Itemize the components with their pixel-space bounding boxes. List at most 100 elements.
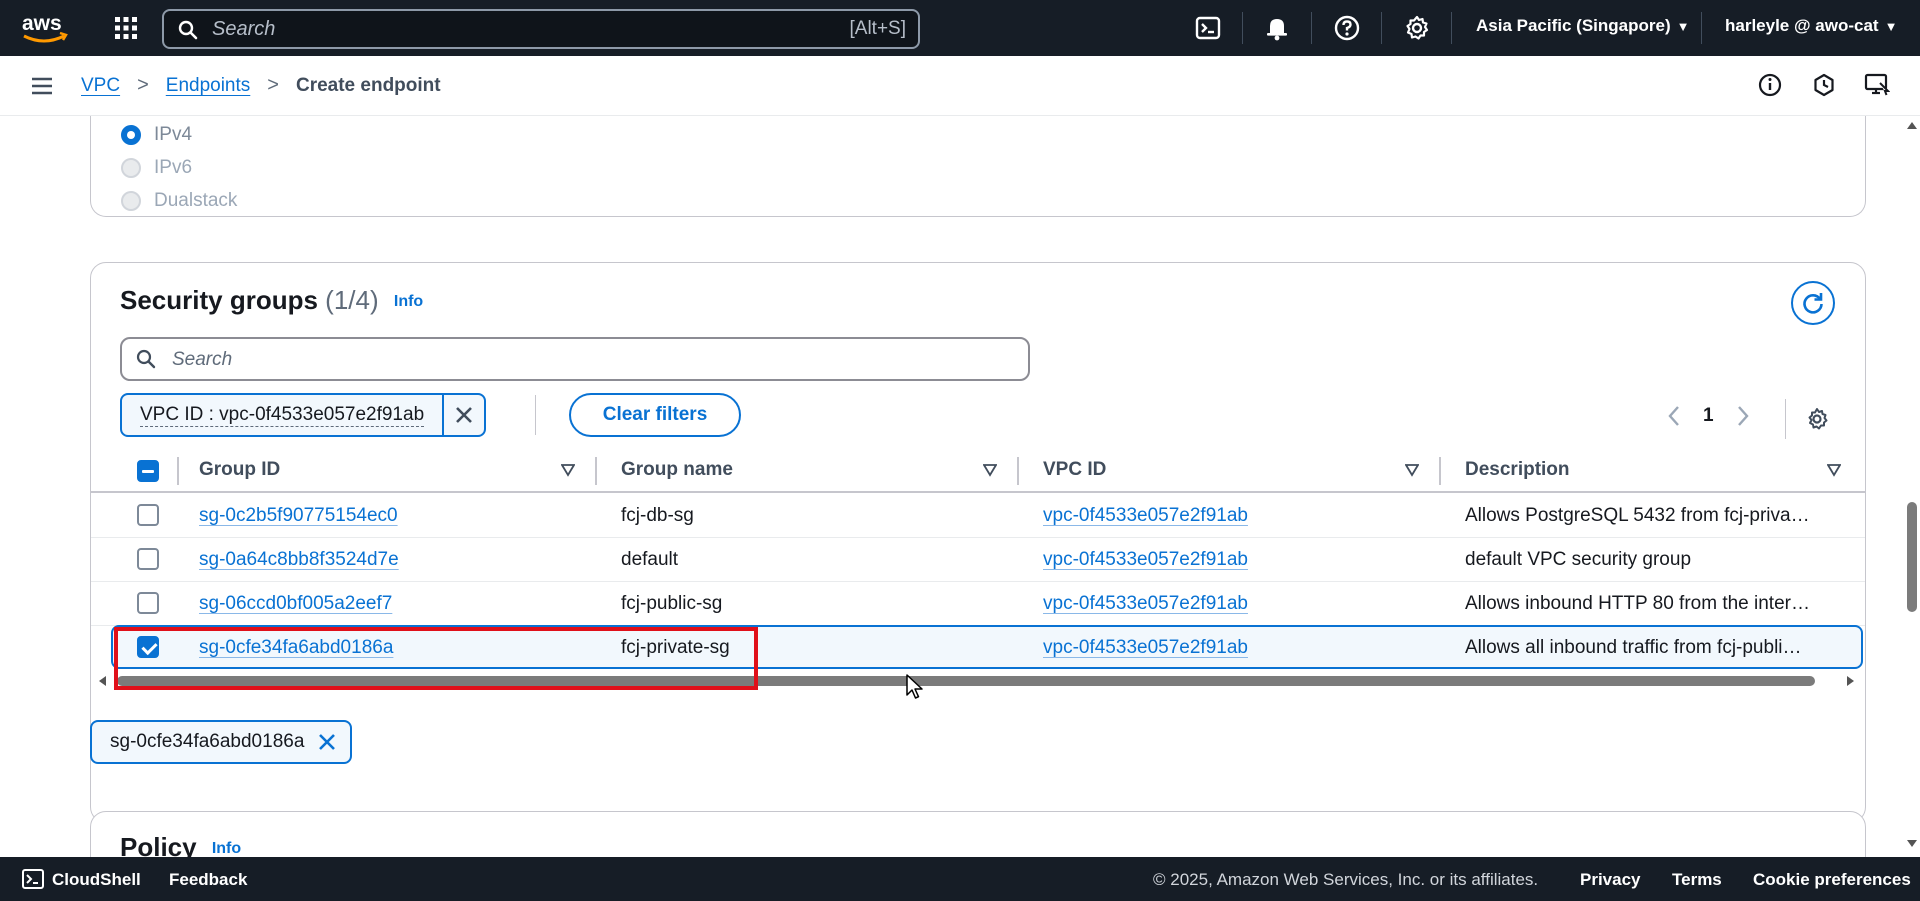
vpc-id-link[interactable]: vpc-0f4533e057e2f91ab (1043, 637, 1423, 659)
radio-label: Dualstack (154, 190, 238, 211)
radio-button (121, 158, 141, 178)
security-groups-table: Group ID Group name VPC ID Description s… (91, 449, 1865, 769)
pager-divider (1785, 399, 1786, 439)
chevron-right-icon: > (267, 74, 279, 96)
close-icon[interactable] (318, 733, 336, 751)
cloudshell-link[interactable]: CloudShell (52, 870, 141, 890)
info-icon[interactable] (1757, 72, 1783, 98)
vpc-id-link[interactable]: vpc-0f4533e057e2f91ab (1043, 505, 1423, 527)
security-groups-title: Security groups (1/4) Info (120, 285, 423, 316)
caret-down-icon: ▼ (1884, 19, 1898, 34)
selected-group-label: sg-0cfe34fa6abd0186a (110, 731, 305, 752)
mouse-cursor-icon (906, 674, 923, 699)
selected-group-token[interactable]: sg-0cfe34fa6abd0186a (90, 720, 353, 764)
breadcrumb-endpoints[interactable]: Endpoints (166, 75, 251, 97)
security-groups-panel: Security groups (1/4) Info VPC ID : vpc-… (90, 262, 1866, 823)
table-row[interactable]: sg-06ccd0bf005a2eef7 fcj-public-sg vpc-0… (91, 582, 1865, 626)
security-groups-search-input[interactable] (172, 348, 992, 372)
column-header-description[interactable]: Description (1465, 459, 1570, 481)
footer: CloudShell Feedback © 2025, Amazon Web S… (0, 857, 1920, 901)
policy-title: Policy Info (120, 832, 241, 857)
radio-button (121, 191, 141, 211)
account-label: harleyle @ awo-cat (1725, 16, 1879, 35)
region-selector[interactable]: Asia Pacific (Singapore) ▼ (1476, 16, 1690, 36)
terms-link[interactable]: Terms (1672, 870, 1722, 890)
settings-gear-icon[interactable] (1403, 14, 1431, 42)
column-header-group-name[interactable]: Group name (621, 459, 733, 481)
cloudshell-icon[interactable] (22, 869, 44, 889)
aws-logo[interactable]: aws (20, 10, 72, 46)
sort-triangle-icon[interactable] (983, 463, 997, 477)
search-shortcut-hint: [Alt+S] (849, 18, 907, 39)
page-vertical-scrollbar[interactable] (1904, 116, 1920, 857)
global-search[interactable]: [Alt+S] (162, 9, 920, 49)
scrollbar-thumb[interactable] (1907, 502, 1917, 612)
services-grid-icon[interactable] (114, 16, 138, 40)
search-icon (136, 349, 156, 369)
ip-address-type-panel: IPv4 IPv6 Dualstack (90, 116, 1866, 217)
notifications-bell-icon[interactable] (1263, 14, 1291, 42)
security-groups-search[interactable] (120, 337, 1030, 381)
group-name: fcj-db-sg (621, 505, 694, 526)
row-checkbox[interactable] (137, 592, 159, 614)
cookie-preferences-link[interactable]: Cookie preferences (1753, 870, 1911, 890)
column-header-vpc-id[interactable]: VPC ID (1043, 459, 1106, 481)
vpc-id-link[interactable]: vpc-0f4533e057e2f91ab (1043, 593, 1423, 615)
global-search-input[interactable] (212, 17, 772, 41)
annotation-highlight-box (114, 627, 758, 690)
privacy-link[interactable]: Privacy (1580, 870, 1641, 890)
select-all-checkbox[interactable] (137, 460, 159, 482)
filter-token-text: VPC ID : vpc-0f4533e057e2f91ab (140, 403, 425, 427)
breadcrumb: VPC > Endpoints > Create endpoint (81, 74, 441, 97)
row-checkbox[interactable] (137, 504, 159, 526)
breadcrumb-vpc[interactable]: VPC (81, 75, 120, 97)
group-id-link[interactable]: sg-06ccd0bf005a2eef7 (199, 593, 579, 615)
info-link[interactable]: Info (212, 840, 241, 857)
table-row[interactable]: sg-0c2b5f90775154ec0 fcj-db-sg vpc-0f453… (91, 494, 1865, 538)
status-clock-icon[interactable] (1811, 72, 1837, 98)
filter-token[interactable]: VPC ID : vpc-0f4533e057e2f91ab (120, 393, 487, 437)
filter-token-label[interactable]: VPC ID : vpc-0f4533e057e2f91ab (122, 395, 442, 435)
vpc-id-link[interactable]: vpc-0f4533e057e2f91ab (1043, 549, 1423, 571)
description: Allows all inbound traffic from fcj-publ… (1465, 637, 1802, 658)
radio-button[interactable] (121, 125, 141, 145)
info-link[interactable]: Info (394, 293, 423, 310)
section-title: Policy (120, 832, 197, 857)
page-number[interactable]: 1 (1703, 405, 1714, 427)
breadcrumb-bar: VPC > Endpoints > Create endpoint (0, 56, 1920, 116)
scroll-right-arrow-icon[interactable] (1847, 676, 1854, 686)
radio-label: IPv4 (154, 124, 193, 145)
group-name: fcj-public-sg (621, 593, 723, 614)
refresh-icon (1803, 293, 1823, 314)
help-icon[interactable] (1333, 14, 1361, 42)
main-content: IPv4 IPv6 Dualstack Security groups (1/4… (0, 116, 1904, 857)
cloudshell-icon[interactable] (1194, 14, 1222, 42)
group-id-link[interactable]: sg-0a64c8bb8f3524d7e (199, 549, 579, 571)
chevron-right-icon: > (137, 74, 149, 96)
sort-triangle-icon[interactable] (561, 463, 575, 477)
menu-hamburger-icon[interactable] (30, 76, 54, 96)
chevron-right-icon[interactable] (1736, 405, 1750, 427)
feedback-link[interactable]: Feedback (169, 870, 247, 890)
scroll-down-arrow-icon[interactable] (1907, 840, 1917, 847)
refresh-button[interactable] (1791, 281, 1835, 325)
scroll-up-arrow-icon[interactable] (1907, 122, 1917, 129)
sort-triangle-icon[interactable] (1405, 463, 1419, 477)
description: default VPC security group (1465, 549, 1692, 570)
remove-filter-button[interactable] (442, 395, 484, 435)
chevron-left-icon[interactable] (1667, 405, 1681, 427)
scroll-left-arrow-icon[interactable] (99, 676, 106, 686)
region-label: Asia Pacific (Singapore) (1476, 16, 1671, 35)
radio-ipv4[interactable]: IPv4 (121, 124, 192, 146)
account-menu[interactable]: harleyle @ awo-cat ▼ (1725, 16, 1897, 36)
description: Allows inbound HTTP 80 from the inter… (1465, 593, 1810, 614)
clear-filters-button[interactable]: Clear filters (569, 393, 741, 437)
feedback-monitor-icon[interactable] (1864, 72, 1890, 98)
group-id-link[interactable]: sg-0c2b5f90775154ec0 (199, 505, 579, 527)
sort-triangle-icon[interactable] (1827, 463, 1841, 477)
nav-divider (1242, 12, 1243, 44)
table-row[interactable]: sg-0a64c8bb8f3524d7e default vpc-0f4533e… (91, 538, 1865, 582)
column-header-group-id[interactable]: Group ID (199, 459, 280, 481)
row-checkbox[interactable] (137, 548, 159, 570)
preferences-gear-icon[interactable] (1805, 407, 1829, 431)
